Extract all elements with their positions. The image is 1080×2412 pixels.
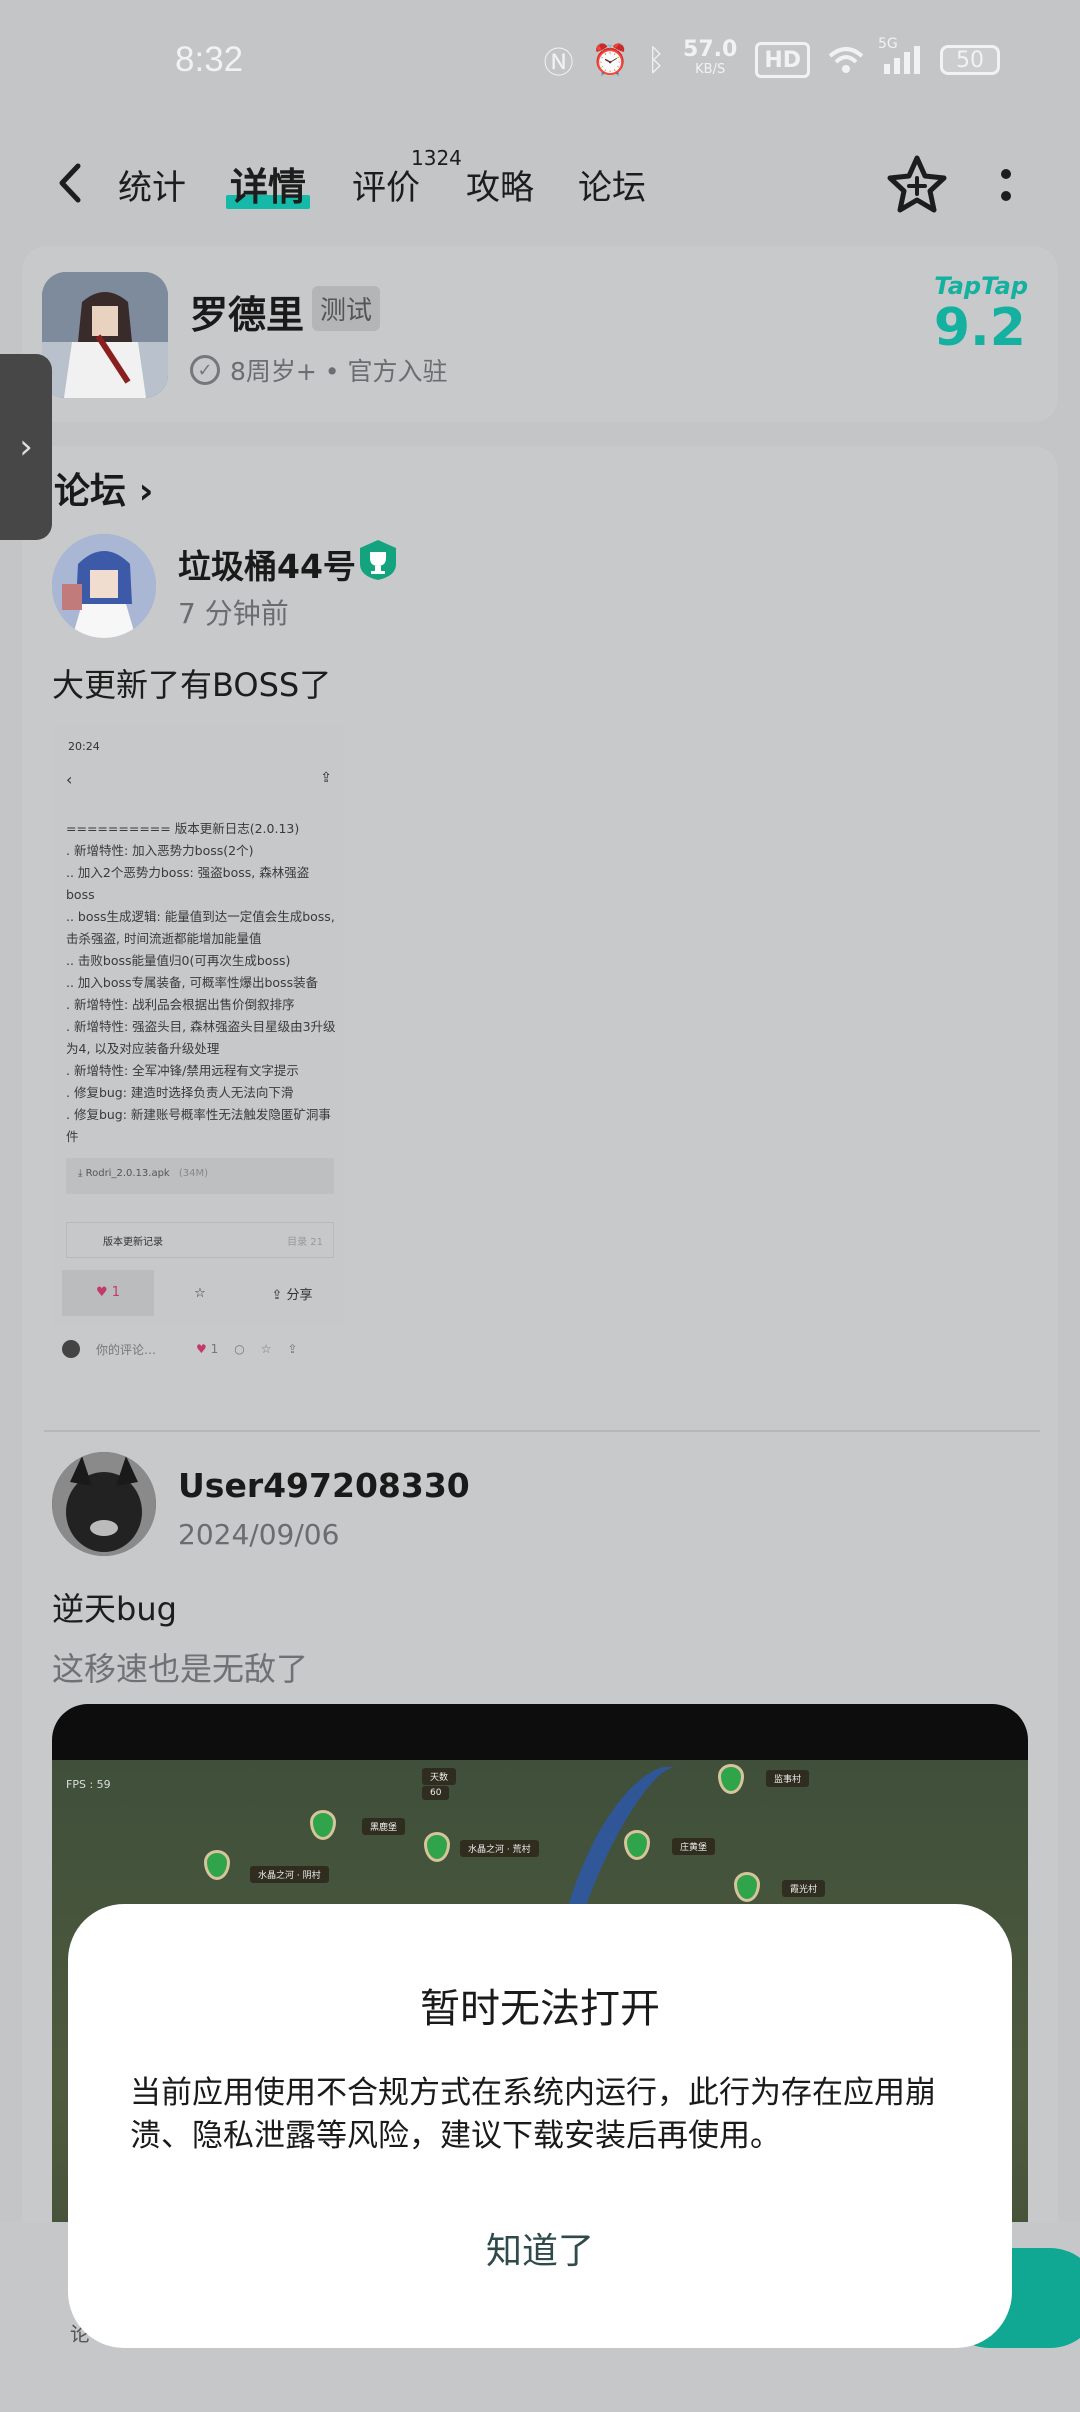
tab-guides[interactable]: 攻略 <box>466 160 534 209</box>
net-speed-unit: KB/S <box>695 62 726 77</box>
image-file-size: (34M) <box>178 1168 209 1179</box>
status-bar: 8:32 Ⓝ ⏰ ᛒ 57.0 KB/S HD 5G 50 <box>0 0 1080 125</box>
alarm-icon: ⏰ <box>591 42 630 78</box>
map-label-town: 水晶之河 · 荒村 <box>460 1840 539 1857</box>
app-info-card[interactable]: 罗德里 测试 ✓ 8周岁+ • 官方入驻 TapTap 9.2 <box>22 246 1058 422</box>
star-icon[interactable]: ☆ <box>261 1342 272 1356</box>
image-star-icon: ☆ <box>194 1285 206 1301</box>
map-label-days: 天数 <box>422 1768 457 1785</box>
update-log-text: ========== 版本更新日志(2.0.13) . 新增特性: 加入恶势力b… <box>66 821 336 1144</box>
app-meta: ✓ 8周岁+ • 官方入驻 <box>190 352 448 388</box>
post-title[interactable]: 大更新了有BOSS了 <box>52 660 331 706</box>
side-drawer-toggle[interactable]: › <box>0 354 52 540</box>
dialog-title: 暂时无法打开 <box>420 1986 660 2032</box>
rating-score: 9.2 <box>933 298 1026 358</box>
map-label-town: 黑鹿堡 <box>362 1818 406 1835</box>
forum-title: 论坛 <box>54 471 127 512</box>
chevron-right-icon: › <box>138 471 154 512</box>
forum-header[interactable]: 论坛 › <box>54 462 153 514</box>
map-pin-icon <box>734 1872 760 1902</box>
map-pin-icon <box>310 1810 336 1840</box>
commenter-avatar <box>62 1340 80 1358</box>
chevron-right-icon: › <box>19 427 33 467</box>
image-share-icon: ⇪ <box>320 770 332 786</box>
image-file-name: Rodri_2.0.13.apk <box>85 1168 170 1179</box>
test-tag: 测试 <box>312 286 381 331</box>
post-subtitle: 这移速也是无敌了 <box>52 1650 309 1688</box>
fps-counter: FPS : 59 <box>66 1778 111 1791</box>
back-button[interactable] <box>48 158 98 208</box>
post-divider <box>44 1430 1040 1432</box>
image-like: ♥ 1 <box>62 1270 154 1316</box>
status-time: 8:32 <box>175 40 244 79</box>
taptap-logo: TapTap <box>934 272 1028 300</box>
network-type: 5G <box>878 36 898 52</box>
share-icon[interactable]: ⇪ <box>287 1342 297 1356</box>
bluetooth-icon: ᛒ <box>647 42 666 78</box>
avatar[interactable] <box>52 534 156 638</box>
net-speed: 57.0 KB/S <box>683 37 738 80</box>
like-count: 1 <box>210 1342 219 1356</box>
image-record-count: 目录 21 <box>287 1237 323 1248</box>
net-speed-value: 57.0 <box>683 37 738 62</box>
tab-forum[interactable]: 论坛 <box>578 160 646 209</box>
top-nav: 统计 详情 评价 1324 攻略 论坛 <box>0 140 1080 230</box>
back-arrow-icon <box>59 163 81 203</box>
tab-reviews[interactable]: 评价 <box>352 160 420 209</box>
trophy-badge-icon <box>356 538 400 582</box>
image-actions: ♥ 1 ☆ ⇪ 分享 <box>62 1270 338 1316</box>
dialog-ok-button[interactable]: 知道了 <box>68 2222 1012 2274</box>
image-record-row: 版本更新记录 目录 21 <box>66 1222 334 1258</box>
map-label-town: 监事村 <box>766 1770 810 1787</box>
image-share: ⇪ 分享 <box>271 1287 313 1303</box>
more-button[interactable] <box>990 162 1022 212</box>
tab-stats[interactable]: 统计 <box>118 160 186 209</box>
app-name: 罗德里 <box>190 293 305 337</box>
hd-icon: HD <box>755 42 810 78</box>
tab-details[interactable]: 详情 <box>226 156 311 211</box>
verified-check-icon: ✓ <box>190 355 220 385</box>
signal-icon: 5G <box>878 36 922 76</box>
status-icons: Ⓝ ⏰ ᛒ 57.0 KB/S HD 5G 50 <box>543 36 1000 82</box>
image-like-count: 1 <box>111 1285 121 1300</box>
map-label-town: 水晶之河 · 阴村 <box>250 1866 329 1883</box>
post-time: 7 分钟前 <box>178 597 289 630</box>
dialog-message: 当前应用使用不合规方式在系统内运行，此行为存在应用崩溃、隐私泄露等风险，建议下载… <box>130 2075 936 2154</box>
favorite-button[interactable] <box>884 152 950 218</box>
post-title[interactable]: 逆天bug <box>52 1584 177 1630</box>
battery-icon: 50 <box>940 45 1000 75</box>
tab-details-label: 详情 <box>230 165 307 209</box>
more-vertical-icon <box>1001 169 1011 201</box>
post-footer: 你的评论… ♥ 1 ○ ☆ ⇪ <box>62 1340 342 1358</box>
map-label-town: 霞光村 <box>782 1880 826 1897</box>
app-icon <box>42 272 168 398</box>
post-username[interactable]: User497208330 <box>178 1466 470 1505</box>
comment-icon[interactable]: ○ <box>234 1342 244 1356</box>
map-label-town: 庄黄堡 <box>672 1838 716 1855</box>
map-pin-icon <box>718 1764 744 1794</box>
image-back-icon: ‹ <box>66 770 73 789</box>
image-file-row: ⤓ Rodri_2.0.13.apk (34M) <box>66 1158 334 1194</box>
like-icon[interactable]: ♥ 1 <box>196 1342 218 1356</box>
comment-placeholder[interactable]: 你的评论… <box>96 1341 156 1358</box>
post-image[interactable]: 20:24 ‹ ⇪ ========== 版本更新日志(2.0.13) . 新增… <box>52 726 344 1326</box>
map-label-days-value: 60 <box>422 1786 450 1800</box>
nfc-icon: Ⓝ <box>543 46 574 81</box>
map-pin-icon <box>204 1850 230 1880</box>
download-icon: ⤓ <box>78 1168 86 1179</box>
avatar[interactable] <box>52 1452 156 1556</box>
app-meta-text: 8周岁+ • 官方入驻 <box>230 357 448 386</box>
star-plus-icon <box>887 155 947 213</box>
map-pin-icon <box>424 1832 450 1862</box>
post-time: 2024/09/06 <box>178 1518 340 1551</box>
review-count-badge: 1324 <box>411 146 462 170</box>
alert-dialog: 暂时无法打开 当前应用使用不合规方式在系统内运行，此行为存在应用崩溃、隐私泄露等… <box>68 1904 1012 2348</box>
image-status-time: 20:24 <box>68 740 100 753</box>
image-share-label: 分享 <box>286 1287 313 1303</box>
wifi-icon <box>828 46 864 74</box>
post-username[interactable]: 垃圾桶44号 <box>178 540 356 588</box>
image-record-label: 版本更新记录 <box>103 1237 163 1248</box>
